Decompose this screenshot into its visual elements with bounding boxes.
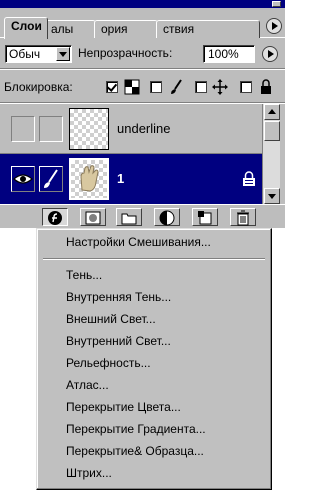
lock-transparency-checkbox[interactable] [106,81,118,93]
menu-item-blending-options[interactable]: Настройки Смешивания... [40,231,268,253]
tab-history[interactable]: ория [94,20,158,38]
menu-item-pattern-overlay[interactable]: Перекрытие& Образца... [40,440,268,462]
blend-mode-select[interactable]: Обыч [5,45,72,63]
layer-name: underline [117,121,171,136]
layer-style-button[interactable] [42,208,68,226]
trash-icon [237,210,249,226]
layer-name: 1 [117,171,125,186]
delete-layer-button[interactable] [230,208,256,226]
palette-menu-icon[interactable] [266,18,282,34]
menu-item-satin[interactable]: Атлас... [40,374,268,396]
transparency-icon [124,79,140,95]
link-toggle[interactable] [39,166,63,192]
new-layer-icon [198,211,212,225]
layer-options-row: Обыч Непрозрачность: 100% [0,38,285,68]
move-icon [212,79,228,95]
adjustment-icon [159,210,175,226]
opacity-field[interactable]: 100% [203,45,255,63]
scroll-thumb[interactable] [264,121,280,141]
scroll-up-icon[interactable] [264,104,280,120]
visibility-toggle[interactable] [11,166,35,192]
lock-row: Блокировка: [0,70,285,102]
brush-icon [44,169,58,188]
layer-thumbnail[interactable] [69,108,109,150]
chevron-down-icon[interactable] [56,47,70,61]
menu-item-bevel-emboss[interactable]: Рельефность... [40,352,268,374]
brush-icon [171,79,182,94]
menu-item-stroke[interactable]: Штрих... [40,462,268,484]
mask-icon [85,211,101,225]
layer-style-menu: Настройки Смешивания... Тень... Внутренн… [36,228,272,490]
lock-icon [261,79,271,94]
layer-row[interactable]: 1 [0,154,262,205]
menu-item-drop-shadow[interactable]: Тень... [40,264,268,286]
add-mask-button[interactable] [80,208,106,226]
eye-icon [13,174,33,184]
layers-palette: Слои алы ория ствия Обыч Непрозрачность:… [0,0,285,228]
new-layer-button[interactable] [192,208,218,226]
lock-position-checkbox[interactable] [195,81,207,93]
layers-bottom-bar [0,204,285,228]
hand-icon [80,165,99,192]
tab-actions[interactable]: ствия [156,20,260,38]
link-toggle[interactable] [39,116,63,142]
tab-channels[interactable]: алы [44,20,96,38]
opacity-slider-icon[interactable] [262,46,278,62]
menu-item-inner-glow[interactable]: Внутренний Свет... [40,330,268,352]
menu-item-outer-glow[interactable]: Внешний Свет... [40,308,268,330]
menu-separator [43,258,265,260]
opacity-label: Непрозрачность: [78,46,173,60]
lock-pixels-checkbox[interactable] [150,81,162,93]
layers-scrollbar[interactable] [262,104,280,204]
layer-thumbnail[interactable] [69,158,109,200]
palette-titlebar[interactable] [0,0,285,8]
menu-item-inner-shadow[interactable]: Внутренняя Тень... [40,286,268,308]
opacity-value: 100% [208,47,239,61]
new-group-button[interactable] [116,208,142,226]
lock-icon [243,171,255,186]
tab-layers[interactable]: Слои [4,17,48,39]
layer-row[interactable]: underline [0,104,262,155]
adjustment-layer-button[interactable] [154,208,180,226]
palette-tabs: Слои алы ория ствия [0,8,285,39]
visibility-toggle[interactable] [11,116,35,142]
lock-label: Блокировка: [4,80,73,94]
blend-mode-value: Обыч [9,47,41,61]
close-icon[interactable] [272,1,281,7]
menu-item-color-overlay[interactable]: Перекрытие Цвета... [40,396,268,418]
menu-item-gradient-overlay[interactable]: Перекрытие Градиента... [40,418,268,440]
folder-icon [121,213,137,225]
layer-style-icon [48,211,62,225]
lock-all-checkbox[interactable] [240,81,252,93]
scroll-down-icon[interactable] [264,188,280,204]
